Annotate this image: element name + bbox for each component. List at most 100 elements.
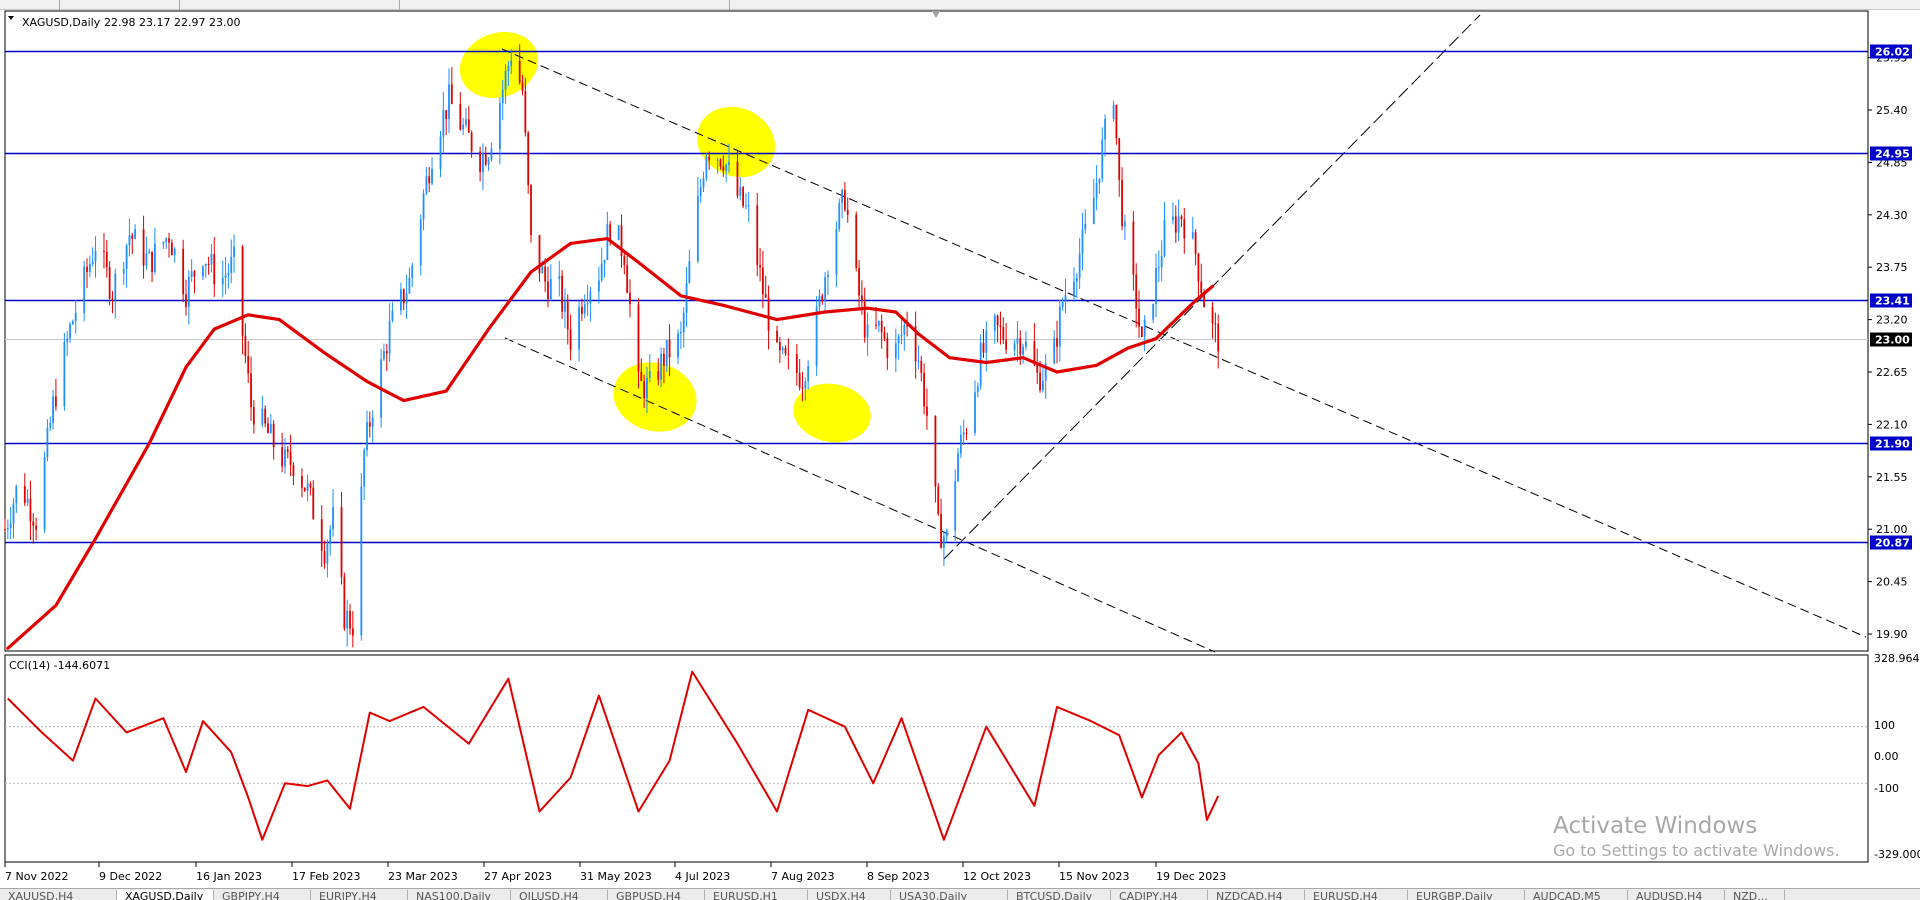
chart-tab[interactable]: XAUUSD,H4: [0, 890, 117, 900]
chart-tab[interactable]: CADJPY,H4: [1111, 890, 1208, 900]
candle-body: [1172, 216, 1174, 221]
candle-body: [1098, 178, 1101, 183]
candle-body: [804, 381, 807, 389]
candle-body: [846, 209, 849, 215]
candle-body: [778, 342, 781, 351]
candle-body: [1123, 221, 1126, 227]
price-chart-canvas[interactable]: XAGUSD,Daily 22.98 23.17 22.97 23.00CCI(1…: [0, 0, 1920, 900]
candle-body: [764, 294, 767, 298]
candle-body: [745, 205, 747, 207]
candle-body: [1002, 327, 1005, 340]
main-chart-panel[interactable]: [4, 10, 1869, 652]
chart-tab[interactable]: OILUSD,H4: [511, 890, 608, 900]
candle-body: [428, 176, 431, 184]
chart-tab[interactable]: AUDUSD,H4: [1628, 890, 1725, 900]
chart-tab[interactable]: GBPJPY,H4: [214, 890, 311, 900]
candle-body: [597, 280, 600, 292]
candle-body: [111, 298, 114, 301]
candle-body: [145, 253, 148, 266]
candle-body: [343, 576, 346, 629]
chart-window[interactable]: XAGUSD,Daily 22.98 23.17 22.97 23.00 CCI(1…: [0, 0, 1920, 900]
candle-body: [202, 266, 204, 277]
candle-body: [708, 156, 711, 161]
chart-tab[interactable]: EURGBP,Daily: [1408, 890, 1525, 900]
candle-body: [657, 371, 660, 380]
candle-body: [66, 338, 69, 343]
candle-body: [286, 449, 289, 452]
candle-body: [541, 266, 544, 274]
chart-tab[interactable]: NAS100,Daily: [408, 890, 511, 900]
chart-tab-bar: XAUUSD,H4 XAGUSD,Daily GBPJPY,H4 EURJPY,H4 N…: [0, 888, 1920, 900]
candle-body: [326, 543, 329, 564]
candle-body: [165, 238, 168, 243]
candle-body: [349, 610, 351, 629]
chart-tab[interactable]: NZDCAD,H4: [1208, 890, 1305, 900]
candle-body: [962, 432, 965, 435]
candle-body: [1194, 232, 1197, 255]
candle-body: [979, 342, 982, 387]
symbol-timeframe: XAGUSD,Daily: [22, 16, 101, 29]
candle-body: [368, 422, 371, 427]
candle-body: [637, 304, 640, 372]
candle-body: [1211, 307, 1214, 324]
candle-body: [547, 281, 549, 300]
time-tick-label: 27 Apr 2023: [484, 870, 552, 883]
candle-body: [29, 498, 32, 522]
candle-body: [501, 89, 504, 104]
candle-body: [221, 277, 224, 285]
candle-body: [170, 242, 173, 256]
candle-body: [739, 187, 742, 196]
candle-body: [880, 320, 883, 333]
candle-body: [996, 315, 999, 326]
chart-tab[interactable]: EURJPY,H4: [311, 890, 408, 900]
candle-body: [1016, 338, 1019, 344]
candle-body: [934, 415, 937, 487]
candle-body: [999, 325, 1002, 328]
candle-body: [507, 65, 510, 72]
candle-body: [524, 91, 527, 133]
chart-tab[interactable]: USA30,Daily: [891, 890, 1008, 900]
chart-tab[interactable]: XAGUSD,Daily: [117, 890, 214, 900]
time-tick-label: 9 Dec 2022: [99, 870, 162, 883]
candle-body: [267, 423, 269, 434]
candle-body: [1039, 372, 1041, 391]
candle-body: [564, 301, 566, 312]
candle-body: [405, 293, 408, 304]
candle-body: [193, 271, 196, 277]
chart-tab[interactable]: BTCUSD,Daily: [1008, 890, 1111, 900]
candle-body: [1160, 255, 1163, 268]
candle-body: [230, 256, 233, 273]
candle-body: [985, 330, 988, 353]
chart-tab[interactable]: EURUSD,H4: [1305, 890, 1408, 900]
candle-body: [103, 250, 105, 253]
candle-body: [63, 342, 66, 407]
candle-body: [719, 159, 722, 167]
chart-tab[interactable]: EURUSD,H1: [705, 890, 808, 900]
candle-body: [900, 334, 903, 337]
time-tick-label: 31 May 2023: [580, 870, 652, 883]
candle-body: [827, 274, 829, 278]
chart-tab[interactable]: USDX,H4: [808, 890, 891, 900]
candle-body: [617, 225, 620, 240]
candle-body: [241, 246, 244, 336]
candle-body: [787, 353, 790, 355]
candle-body: [91, 261, 94, 265]
candle-body: [204, 264, 207, 267]
candle-body: [875, 324, 877, 326]
chart-tab[interactable]: GBPUSD,H4: [608, 890, 705, 900]
candle-body: [43, 456, 46, 530]
candle-body: [1138, 308, 1140, 327]
candle-body: [391, 310, 394, 321]
level-price-label: 26.02: [1875, 46, 1910, 59]
candle-body: [640, 371, 643, 381]
candle-body: [366, 422, 368, 451]
chart-tab[interactable]: AUDCAD,M5: [1525, 890, 1628, 900]
candle-body: [88, 264, 91, 273]
candle-body: [917, 360, 920, 362]
chart-tab[interactable]: NZD...: [1725, 890, 1785, 900]
candle-body: [49, 422, 52, 428]
candle-body: [35, 525, 38, 530]
candle-body: [69, 324, 71, 339]
candle-body: [626, 265, 629, 293]
candle-body: [609, 224, 612, 240]
